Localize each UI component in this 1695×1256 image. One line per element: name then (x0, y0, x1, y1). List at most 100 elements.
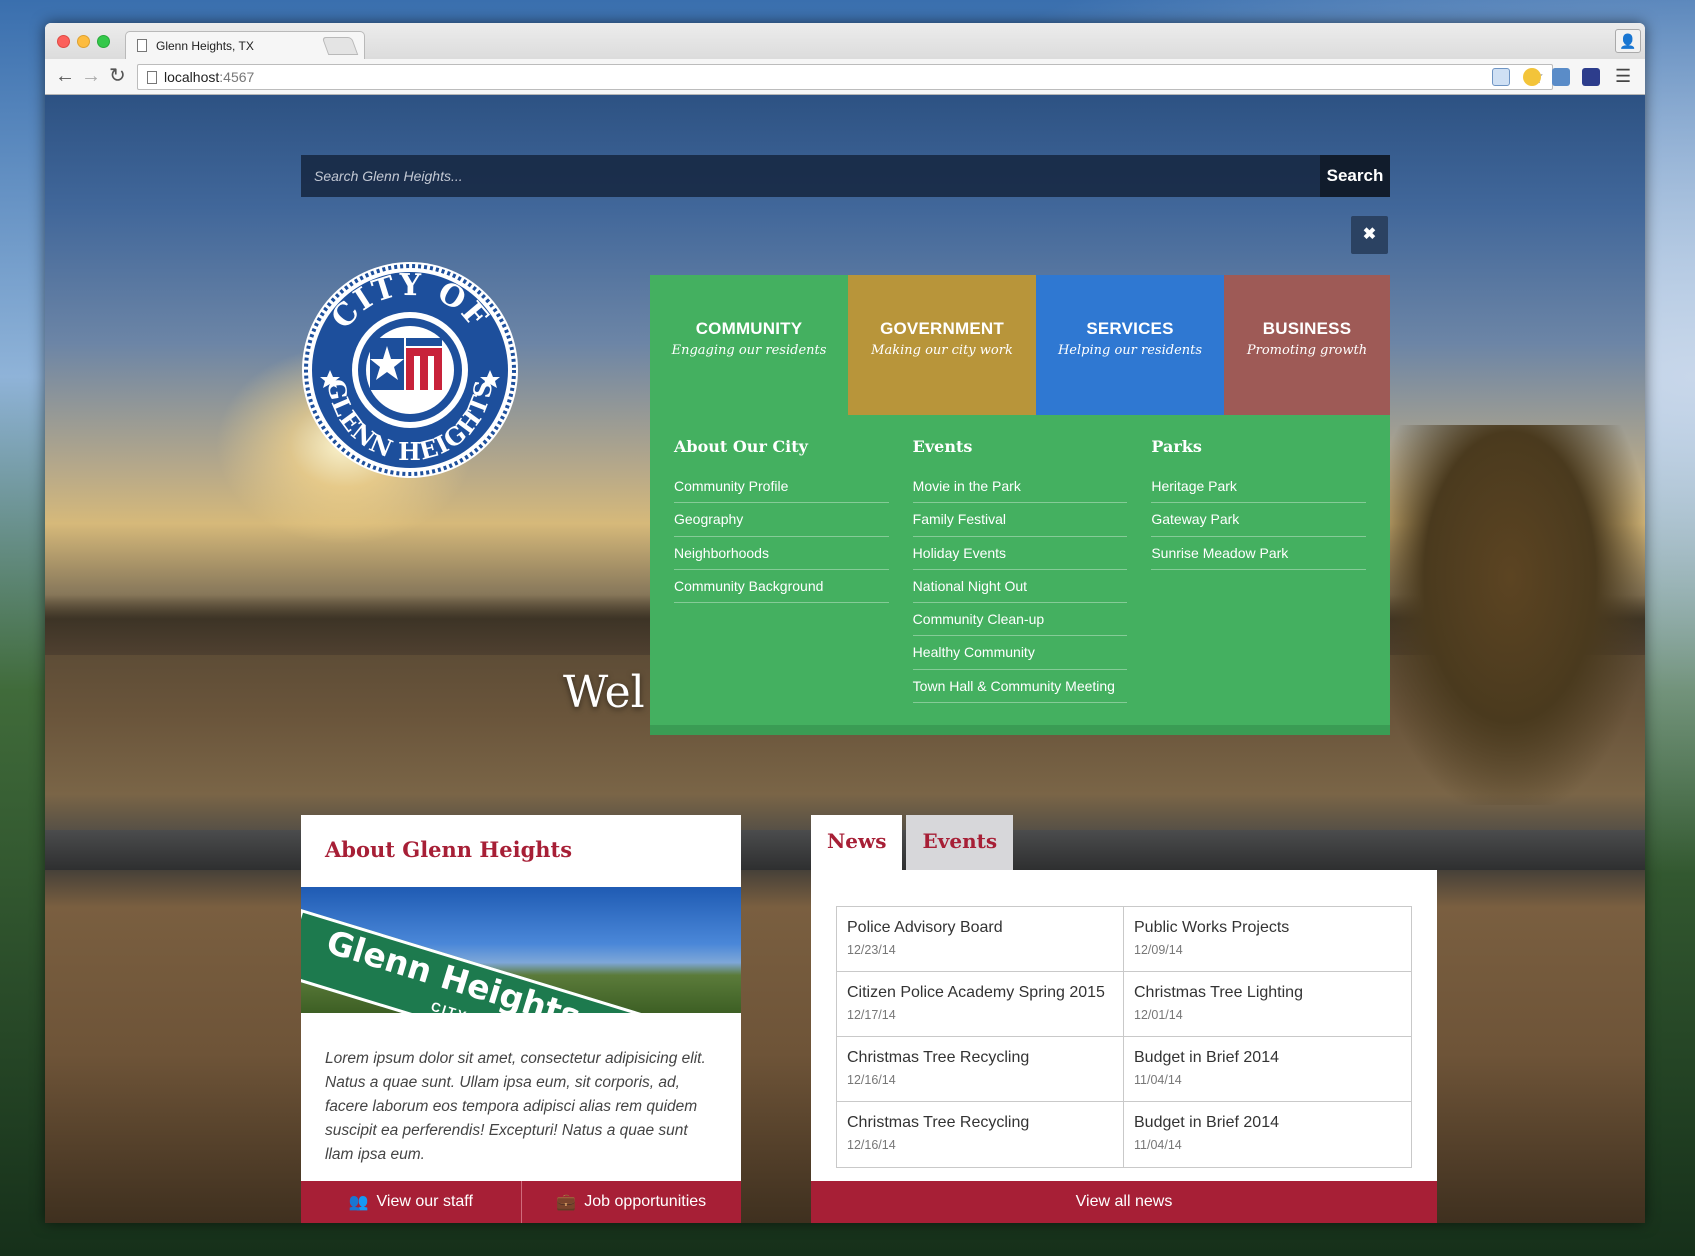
sign-text: Glenn Heights (322, 922, 586, 1013)
search-input[interactable] (301, 155, 1320, 197)
zoom-window-button[interactable] (97, 35, 110, 48)
menu-link[interactable]: Community Profile (674, 470, 889, 504)
news-date: 12/01/14 (1134, 1008, 1183, 1022)
menu-link[interactable]: Community Clean-up (912, 603, 1128, 637)
hero-trees (1375, 425, 1645, 805)
news-date: 12/23/14 (847, 943, 896, 957)
menu-link[interactable]: National Night Out (912, 570, 1128, 604)
menu-link[interactable]: Neighborhoods (674, 537, 889, 570)
tab-news[interactable]: News (811, 815, 903, 870)
news-item[interactable]: Budget in Brief 2014 11/04/14 (1124, 1102, 1411, 1167)
menu-column-about: About Our City Community Profile Geograp… (674, 437, 889, 725)
news-date: 12/17/14 (847, 1008, 896, 1022)
news-date: 11/04/14 (1134, 1073, 1182, 1087)
menu-link[interactable]: Town Hall & Community Meeting (912, 670, 1128, 704)
menu-link[interactable]: Gateway Park (1151, 503, 1367, 537)
tab-subtitle: Making our city work (871, 342, 1013, 358)
menu-link[interactable]: Heritage Park (1151, 470, 1367, 504)
news-title: Christmas Tree Lighting (1134, 984, 1303, 1001)
menu-link[interactable]: Family Festival (912, 503, 1128, 537)
extension-icon[interactable] (1492, 68, 1510, 86)
street-sign: Glenn Heights CITY LIMIT (301, 909, 674, 1013)
browser-window: Glenn Heights, TX × 👤 ← → ↻ localhost:45… (45, 23, 1645, 1223)
tab-subtitle: Engaging our residents (671, 342, 827, 358)
news-date: 11/04/14 (1134, 1138, 1182, 1152)
news-title: Budget in Brief 2014 (1134, 1049, 1279, 1066)
search-button[interactable]: Search (1320, 155, 1390, 197)
tab-subtitle: Helping our residents (1057, 342, 1203, 358)
close-window-button[interactable] (57, 35, 70, 48)
back-icon[interactable]: ← (55, 64, 75, 88)
welcome-heading: Wel (563, 667, 645, 718)
mega-menu-panel: About Our City Community Profile Geograp… (650, 415, 1390, 735)
mega-menu: COMMUNITY Engaging our residents GOVERNM… (650, 275, 1390, 735)
menu-column-parks: Parks Heritage Park Gateway Park Sunrise… (1151, 437, 1367, 725)
tab-business[interactable]: BUSINESS Promoting growth (1224, 275, 1390, 415)
tab-title: GOVERNMENT (880, 318, 1004, 338)
news-title: Budget in Brief 2014 (1134, 1114, 1279, 1131)
news-item[interactable]: Public Works Projects 12/09/14 (1124, 907, 1411, 972)
job-opportunities-button[interactable]: 💼 Job opportunities (520, 1181, 741, 1223)
menu-link[interactable]: Community Background (674, 570, 889, 604)
minimize-window-button[interactable] (77, 35, 90, 48)
menu-column-events: Events Movie in the Park Family Festival… (912, 437, 1128, 725)
about-actions: 👥 View our staff 💼 Job opportunities (301, 1181, 741, 1223)
tab-title: BUSINESS (1262, 318, 1352, 338)
city-limit-sign-photo: Glenn Heights CITY LIMIT (301, 887, 741, 1013)
news-item[interactable]: Christmas Tree Lighting 12/01/14 (1124, 972, 1411, 1037)
city-seal-logo[interactable]: CITY OF GLENN HEIGHTS (300, 260, 520, 480)
close-menu-button[interactable]: ✖ (1351, 216, 1388, 254)
briefcase-icon: 💼 (556, 1194, 577, 1211)
news-title: Christmas Tree Recycling (847, 1114, 1030, 1131)
extension-icon[interactable] (1582, 68, 1600, 86)
new-tab-button[interactable] (321, 37, 359, 55)
about-body: Lorem ipsum dolor sit amet, consectetur … (325, 1050, 706, 1164)
news-list: Police Advisory Board 12/23/14 Public Wo… (836, 906, 1412, 1168)
profile-icon[interactable]: 👤 (1615, 29, 1641, 53)
tab-subtitle: Promoting growth (1246, 342, 1368, 358)
news-title: Public Works Projects (1134, 919, 1290, 936)
news-title: Citizen Police Academy Spring 2015 (847, 984, 1105, 1001)
menu-column-heading: Events (912, 437, 973, 456)
tab-services[interactable]: SERVICES Helping our residents (1036, 275, 1224, 415)
menu-column-heading: About Our City (674, 437, 808, 456)
menu-link[interactable]: Healthy Community (912, 636, 1128, 670)
mega-menu-tabs: COMMUNITY Engaging our residents GOVERNM… (650, 275, 1390, 415)
news-tabs: News Events (811, 815, 1014, 870)
news-item[interactable]: Christmas Tree Recycling 12/16/14 (837, 1102, 1124, 1167)
extension-icon[interactable] (1552, 68, 1570, 86)
view-staff-label: View our staff (376, 1193, 473, 1210)
tab-bar: Glenn Heights, TX × 👤 (45, 23, 1645, 59)
view-staff-button[interactable]: 👥 View our staff (301, 1181, 521, 1223)
menu-link[interactable]: Movie in the Park (912, 470, 1128, 504)
url-port: :4567 (219, 69, 255, 85)
menu-link[interactable]: Sunrise Meadow Park (1151, 537, 1367, 570)
news-item[interactable]: Christmas Tree Recycling 12/16/14 (837, 1037, 1124, 1102)
address-bar[interactable]: localhost:4567 ☆ (137, 64, 1553, 90)
news-card: Police Advisory Board 12/23/14 Public Wo… (811, 870, 1437, 1223)
tab-title: COMMUNITY (695, 318, 803, 338)
news-item[interactable]: Citizen Police Academy Spring 2015 12/17… (837, 972, 1124, 1037)
page-icon (137, 39, 147, 52)
browser-menu-icon[interactable]: ☰ (1615, 66, 1631, 87)
job-opportunities-label: Job opportunities (584, 1193, 707, 1210)
users-icon: 👥 (348, 1194, 369, 1211)
view-all-news-button[interactable]: View all news (811, 1181, 1437, 1223)
news-item[interactable]: Budget in Brief 2014 11/04/14 (1124, 1037, 1411, 1102)
tab-government[interactable]: GOVERNMENT Making our city work (848, 275, 1036, 415)
news-item[interactable]: Police Advisory Board 12/23/14 (837, 907, 1124, 972)
news-date: 12/16/14 (847, 1138, 896, 1152)
page-icon (147, 71, 157, 84)
news-title: Christmas Tree Recycling (847, 1049, 1030, 1066)
forward-icon[interactable]: → (81, 64, 101, 88)
tab-community[interactable]: COMMUNITY Engaging our residents (650, 275, 848, 415)
reload-icon[interactable]: ↻ (109, 64, 126, 88)
menu-link[interactable]: Holiday Events (912, 537, 1128, 570)
extension-icon[interactable] (1523, 68, 1541, 86)
menu-link[interactable]: Geography (674, 503, 889, 537)
menu-column-heading: Parks (1151, 437, 1202, 456)
about-card: About Glenn Heights Glenn Heights CITY L… (301, 815, 741, 1223)
tab-events[interactable]: Events (906, 815, 1014, 870)
news-date: 12/09/14 (1134, 943, 1183, 957)
url-host: localhost (164, 69, 220, 85)
